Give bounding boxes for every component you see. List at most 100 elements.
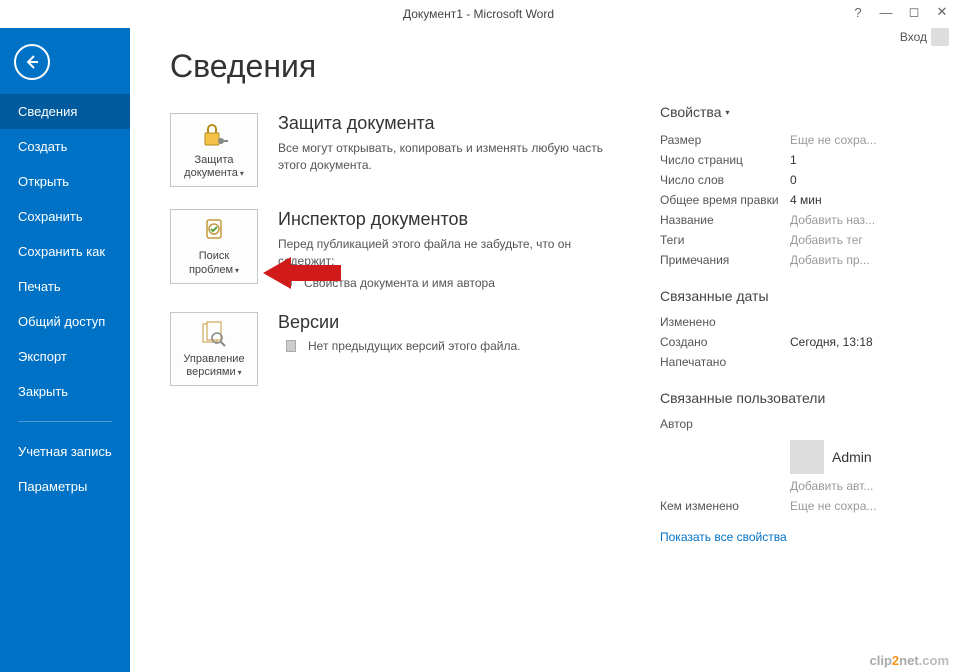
avatar (790, 440, 824, 474)
titlebar: Документ1 - Microsoft Word ? — ◻ ✕ (0, 0, 957, 28)
nav-item-save[interactable]: Сохранить (0, 199, 130, 234)
prop-printed-key: Напечатано (660, 355, 790, 369)
prop-pages-val: 1 (790, 153, 910, 167)
backstage-sidebar: Сведения Создать Открыть Сохранить Сохра… (0, 28, 130, 672)
show-all-props-link[interactable]: Показать все свойства (660, 530, 787, 544)
chevron-down-icon: ▾ (240, 169, 244, 178)
prop-created-key: Создано (660, 335, 790, 349)
back-button[interactable] (14, 44, 50, 80)
prop-pages: Число страниц1 (660, 150, 910, 170)
nav-item-close[interactable]: Закрыть (0, 374, 130, 409)
versions-bullet-text: Нет предыдущих версий этого файла. (308, 339, 521, 353)
prop-time-val: 4 мин (790, 193, 910, 207)
properties-panel: Свойства▾ РазмерЕще не сохра... Число ст… (660, 48, 910, 652)
chevron-down-icon: ▾ (725, 108, 729, 117)
inspect-text: Инспектор документов Перед публикацией э… (278, 209, 608, 290)
inspect-btn-label: Поиск проблем (189, 250, 233, 275)
page-title: Сведения (170, 48, 650, 85)
properties-header[interactable]: Свойства▾ (660, 104, 910, 120)
prop-notes-key: Примечания (660, 253, 790, 267)
nav-item-print[interactable]: Печать (0, 269, 130, 304)
nav-separator (18, 421, 112, 422)
prop-modified: Изменено (660, 312, 910, 332)
prop-edit-time: Общее время правки4 мин (660, 190, 910, 210)
prop-title-key: Название (660, 213, 790, 227)
protect-document-button[interactable]: Защита документа▾ (170, 113, 258, 187)
minimize-icon[interactable]: — (879, 5, 893, 20)
prop-notes: ПримечанияДобавить пр... (660, 250, 910, 270)
lock-key-icon (198, 120, 230, 150)
prop-notes-val[interactable]: Добавить пр... (790, 253, 910, 267)
versions-text: Версии Нет предыдущих версий этого файла… (278, 312, 521, 353)
prop-author-val (790, 417, 910, 431)
prop-add-author: Добавить авт... (660, 476, 910, 496)
related-dates-header: Связанные даты (660, 288, 910, 304)
prop-created-val: Сегодня, 13:18 (790, 335, 910, 349)
related-users-header: Связанные пользователи (660, 390, 910, 406)
prop-words: Число слов0 (660, 170, 910, 190)
prop-size-key: Размер (660, 133, 790, 147)
document-check-icon (198, 216, 230, 246)
nav-item-save-as[interactable]: Сохранить как (0, 234, 130, 269)
prop-title-val[interactable]: Добавить наз... (790, 213, 910, 227)
bullet-icon (286, 340, 296, 352)
arrow-left-icon (24, 54, 40, 70)
restore-icon[interactable]: ◻ (907, 4, 921, 20)
prop-pages-key: Число страниц (660, 153, 790, 167)
prop-size-val: Еще не сохра... (790, 133, 910, 147)
prop-author: Автор (660, 414, 910, 434)
prop-words-val: 0 (790, 173, 910, 187)
window-controls: ? — ◻ ✕ (851, 4, 949, 20)
prop-size: РазмерЕще не сохра... (660, 130, 910, 150)
prop-tags: ТегиДобавить тег (660, 230, 910, 250)
chevron-down-icon: ▾ (235, 266, 239, 275)
wm-p1: clip (870, 653, 892, 668)
bullet-icon (286, 280, 292, 286)
prop-modified-key: Изменено (660, 315, 790, 329)
protect-text: Защита документа Все могут открывать, ко… (278, 113, 608, 174)
nav-item-account[interactable]: Учетная запись (0, 434, 130, 469)
main-area: Сведения Создать Открыть Сохранить Сохра… (0, 28, 957, 672)
protect-body: Все могут открывать, копировать и изменя… (278, 140, 608, 174)
inspect-section: Поиск проблем▾ Инспектор документов Пере… (170, 209, 650, 290)
prop-printed-val (790, 355, 910, 369)
wm-p3: net (899, 653, 919, 668)
wm-p4: .com (919, 653, 949, 668)
add-author-link[interactable]: Добавить авт... (790, 479, 910, 493)
prop-lastmod-key: Кем изменено (660, 499, 790, 513)
window-title: Документ1 - Microsoft Word (403, 7, 554, 21)
prop-author-key: Автор (660, 417, 790, 431)
nav-item-share[interactable]: Общий доступ (0, 304, 130, 339)
versions-icon (198, 319, 230, 349)
close-icon[interactable]: ✕ (935, 4, 949, 20)
protect-section: Защита документа▾ Защита документа Все м… (170, 113, 650, 187)
check-issues-button[interactable]: Поиск проблем▾ (170, 209, 258, 283)
inspect-body: Перед публикацией этого файла не забудьт… (278, 236, 608, 270)
content-pane: Сведения Защита документа▾ Защита докуме… (130, 28, 957, 672)
inspect-bullet-text: Свойства документа и имя автора (304, 276, 495, 290)
nav-item-new[interactable]: Создать (0, 129, 130, 164)
author-name: Admin (832, 449, 872, 465)
prop-lastmod-val: Еще не сохра... (790, 499, 910, 513)
protect-btn-label: Защита документа (184, 154, 238, 179)
nav-item-open[interactable]: Открыть (0, 164, 130, 199)
prop-printed: Напечатано (660, 352, 910, 372)
prop-words-key: Число слов (660, 173, 790, 187)
nav-item-options[interactable]: Параметры (0, 469, 130, 504)
protect-heading: Защита документа (278, 113, 608, 134)
manage-versions-button[interactable]: Управление версиями▾ (170, 312, 258, 386)
prop-tags-val[interactable]: Добавить тег (790, 233, 910, 247)
nav-item-info[interactable]: Сведения (0, 94, 130, 129)
help-icon[interactable]: ? (851, 5, 865, 20)
versions-section: Управление версиями▾ Версии Нет предыдущ… (170, 312, 650, 386)
author-user[interactable]: Admin (790, 440, 910, 474)
inspect-bullet: Свойства документа и имя автора (278, 276, 608, 290)
nav-item-export[interactable]: Экспорт (0, 339, 130, 374)
prop-tags-key: Теги (660, 233, 790, 247)
prop-modified-val (790, 315, 910, 329)
prop-time-key: Общее время правки (660, 193, 790, 207)
prop-created: СозданоСегодня, 13:18 (660, 332, 910, 352)
prop-lastmod: Кем измененоЕще не сохра... (660, 496, 910, 516)
versions-bullet: Нет предыдущих версий этого файла. (278, 339, 521, 353)
content-main: Сведения Защита документа▾ Защита докуме… (170, 48, 650, 652)
